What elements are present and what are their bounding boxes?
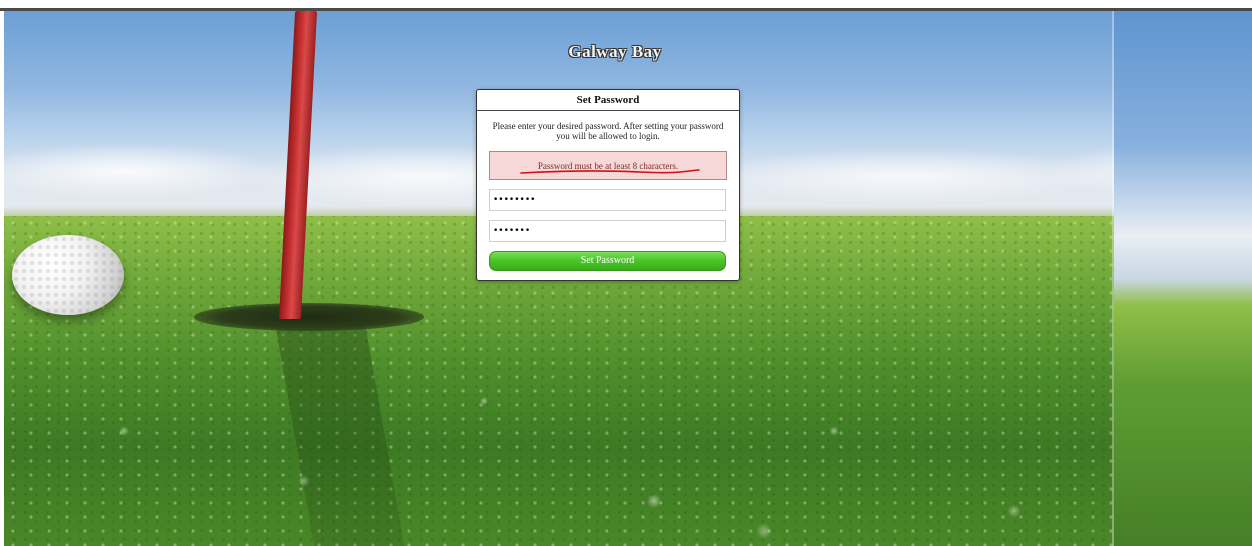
instructions-text: Please enter your desired password. Afte… bbox=[492, 121, 724, 141]
background-repeat-panel bbox=[1114, 11, 1252, 546]
golf-ball-dimples bbox=[12, 235, 124, 315]
golf-hole bbox=[194, 303, 424, 331]
page: Galway Bay Set Password Please enter you… bbox=[0, 0, 1252, 546]
set-password-dialog: Set Password Please enter your desired p… bbox=[476, 89, 740, 281]
grass-bokeh bbox=[4, 341, 1252, 546]
dialog-body: Please enter your desired password. Afte… bbox=[477, 111, 739, 271]
confirm-password-field[interactable] bbox=[489, 220, 726, 242]
set-password-button[interactable]: Set Password bbox=[489, 251, 726, 271]
annotation-underline-icon bbox=[520, 169, 700, 174]
brand-title: Galway Bay bbox=[568, 42, 662, 61]
dialog-title: Set Password bbox=[477, 90, 739, 111]
password-field[interactable] bbox=[489, 189, 726, 211]
error-message-box: Password must be at least 8 characters. bbox=[489, 151, 727, 180]
